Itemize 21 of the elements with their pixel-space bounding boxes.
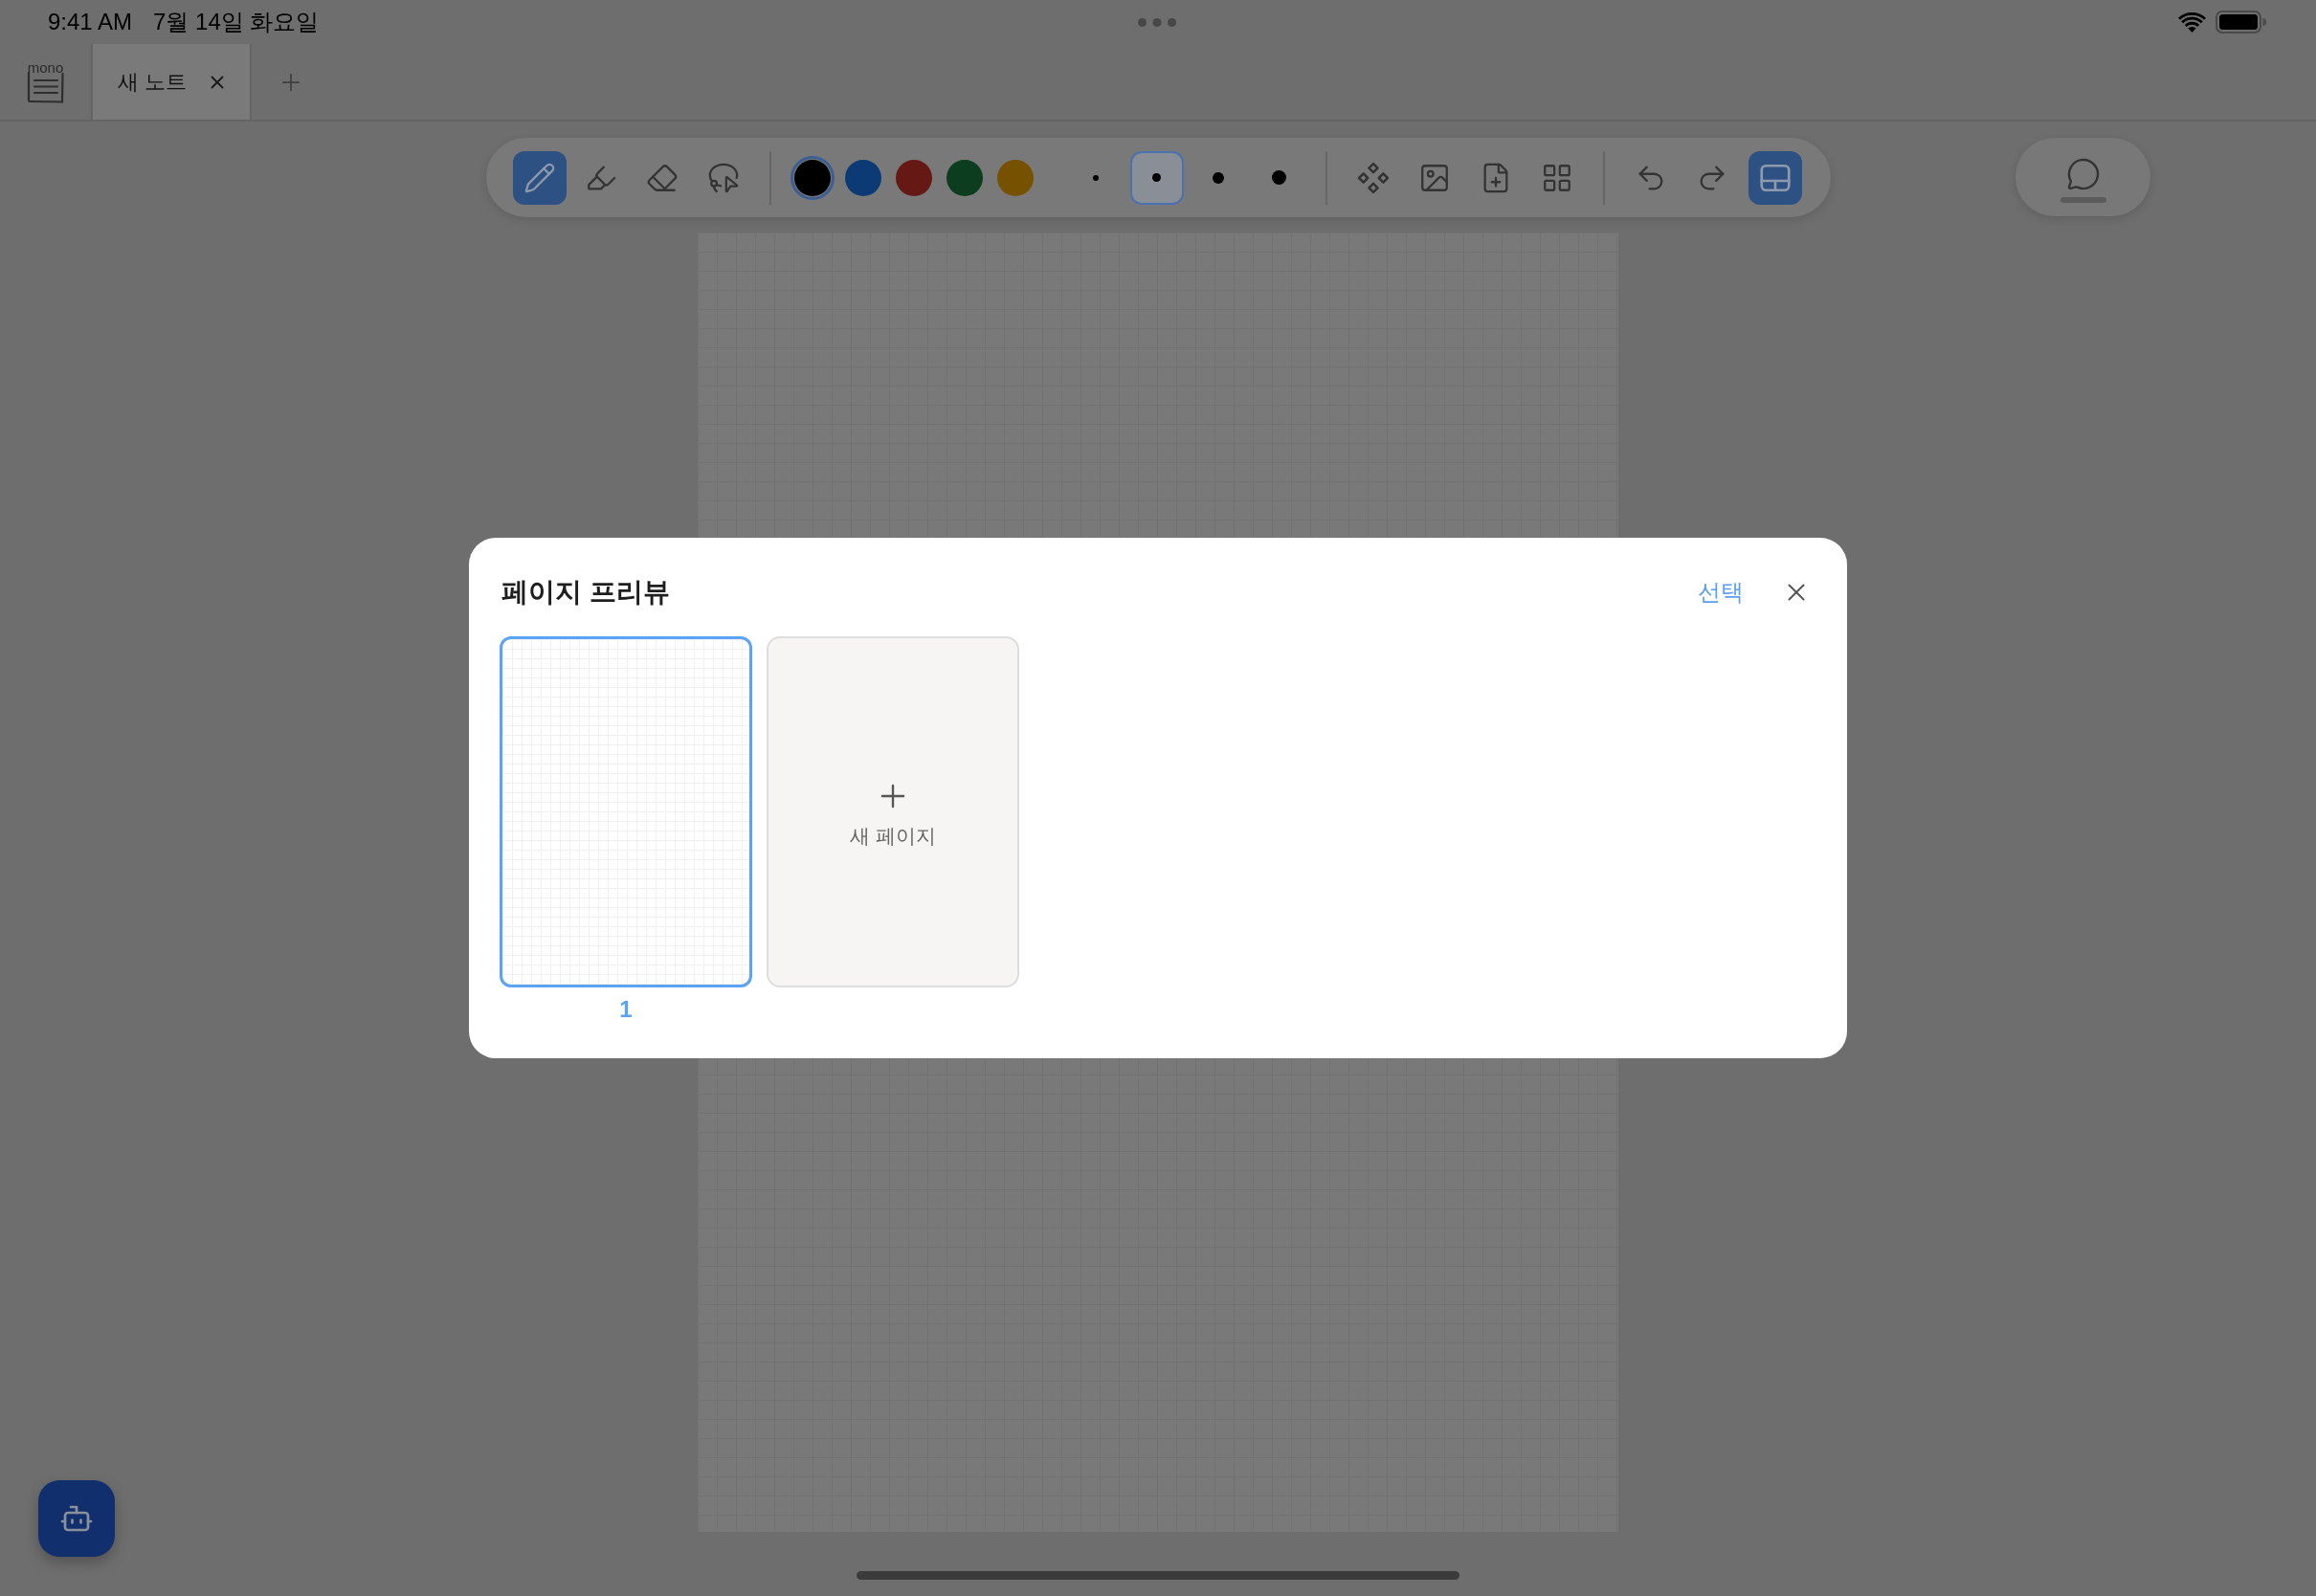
lasso-icon [706, 161, 740, 194]
more-dots-icon [1138, 17, 1176, 27]
notepad-icon [26, 71, 65, 103]
pencil-icon [523, 161, 556, 194]
layout-toggle-button[interactable] [1748, 150, 1802, 205]
pen-size-button[interactable] [1129, 150, 1184, 205]
dialog-title: 페이지 프리뷰 [501, 579, 670, 606]
pen-button[interactable] [512, 150, 567, 205]
status-date: 7월 14일 화요일 [153, 11, 320, 33]
status-time: 9:41 AM [48, 11, 133, 33]
assistant-button[interactable] [38, 1480, 115, 1557]
handle-bar-icon [2060, 197, 2106, 203]
chat-bubble-icon [2065, 157, 2101, 191]
page-thumbnail[interactable] [500, 636, 752, 987]
new-page-card[interactable]: 새 페이지 [767, 636, 1019, 987]
diamonds-icon [1356, 161, 1390, 194]
select-button[interactable]: 선택 [1698, 581, 1744, 604]
page-number: 1 [619, 997, 633, 1022]
wifi-icon [2178, 11, 2206, 33]
note-tab[interactable]: 새 노트 [93, 44, 252, 120]
battery-icon [2216, 11, 2266, 33]
